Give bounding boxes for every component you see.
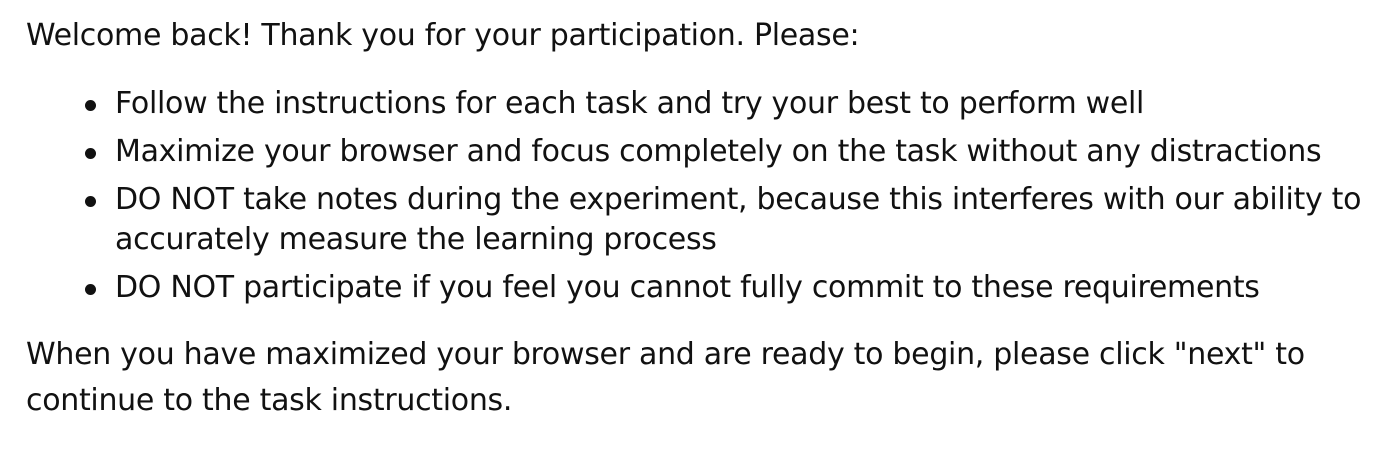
- list-item: DO NOT participate if you feel you canno…: [26, 268, 1386, 308]
- outro-text: When you have maximized your browser and…: [26, 337, 1305, 418]
- instructions-panel: Welcome back! Thank you for your partici…: [26, 14, 1386, 424]
- list-item: Maximize your browser and focus complete…: [26, 132, 1386, 172]
- list-item: DO NOT take notes during the experiment,…: [26, 180, 1386, 260]
- requirements-list: Follow the instructions for each task an…: [26, 84, 1386, 308]
- intro-text: Welcome back! Thank you for your partici…: [26, 18, 860, 53]
- list-item: Follow the instructions for each task an…: [26, 84, 1386, 124]
